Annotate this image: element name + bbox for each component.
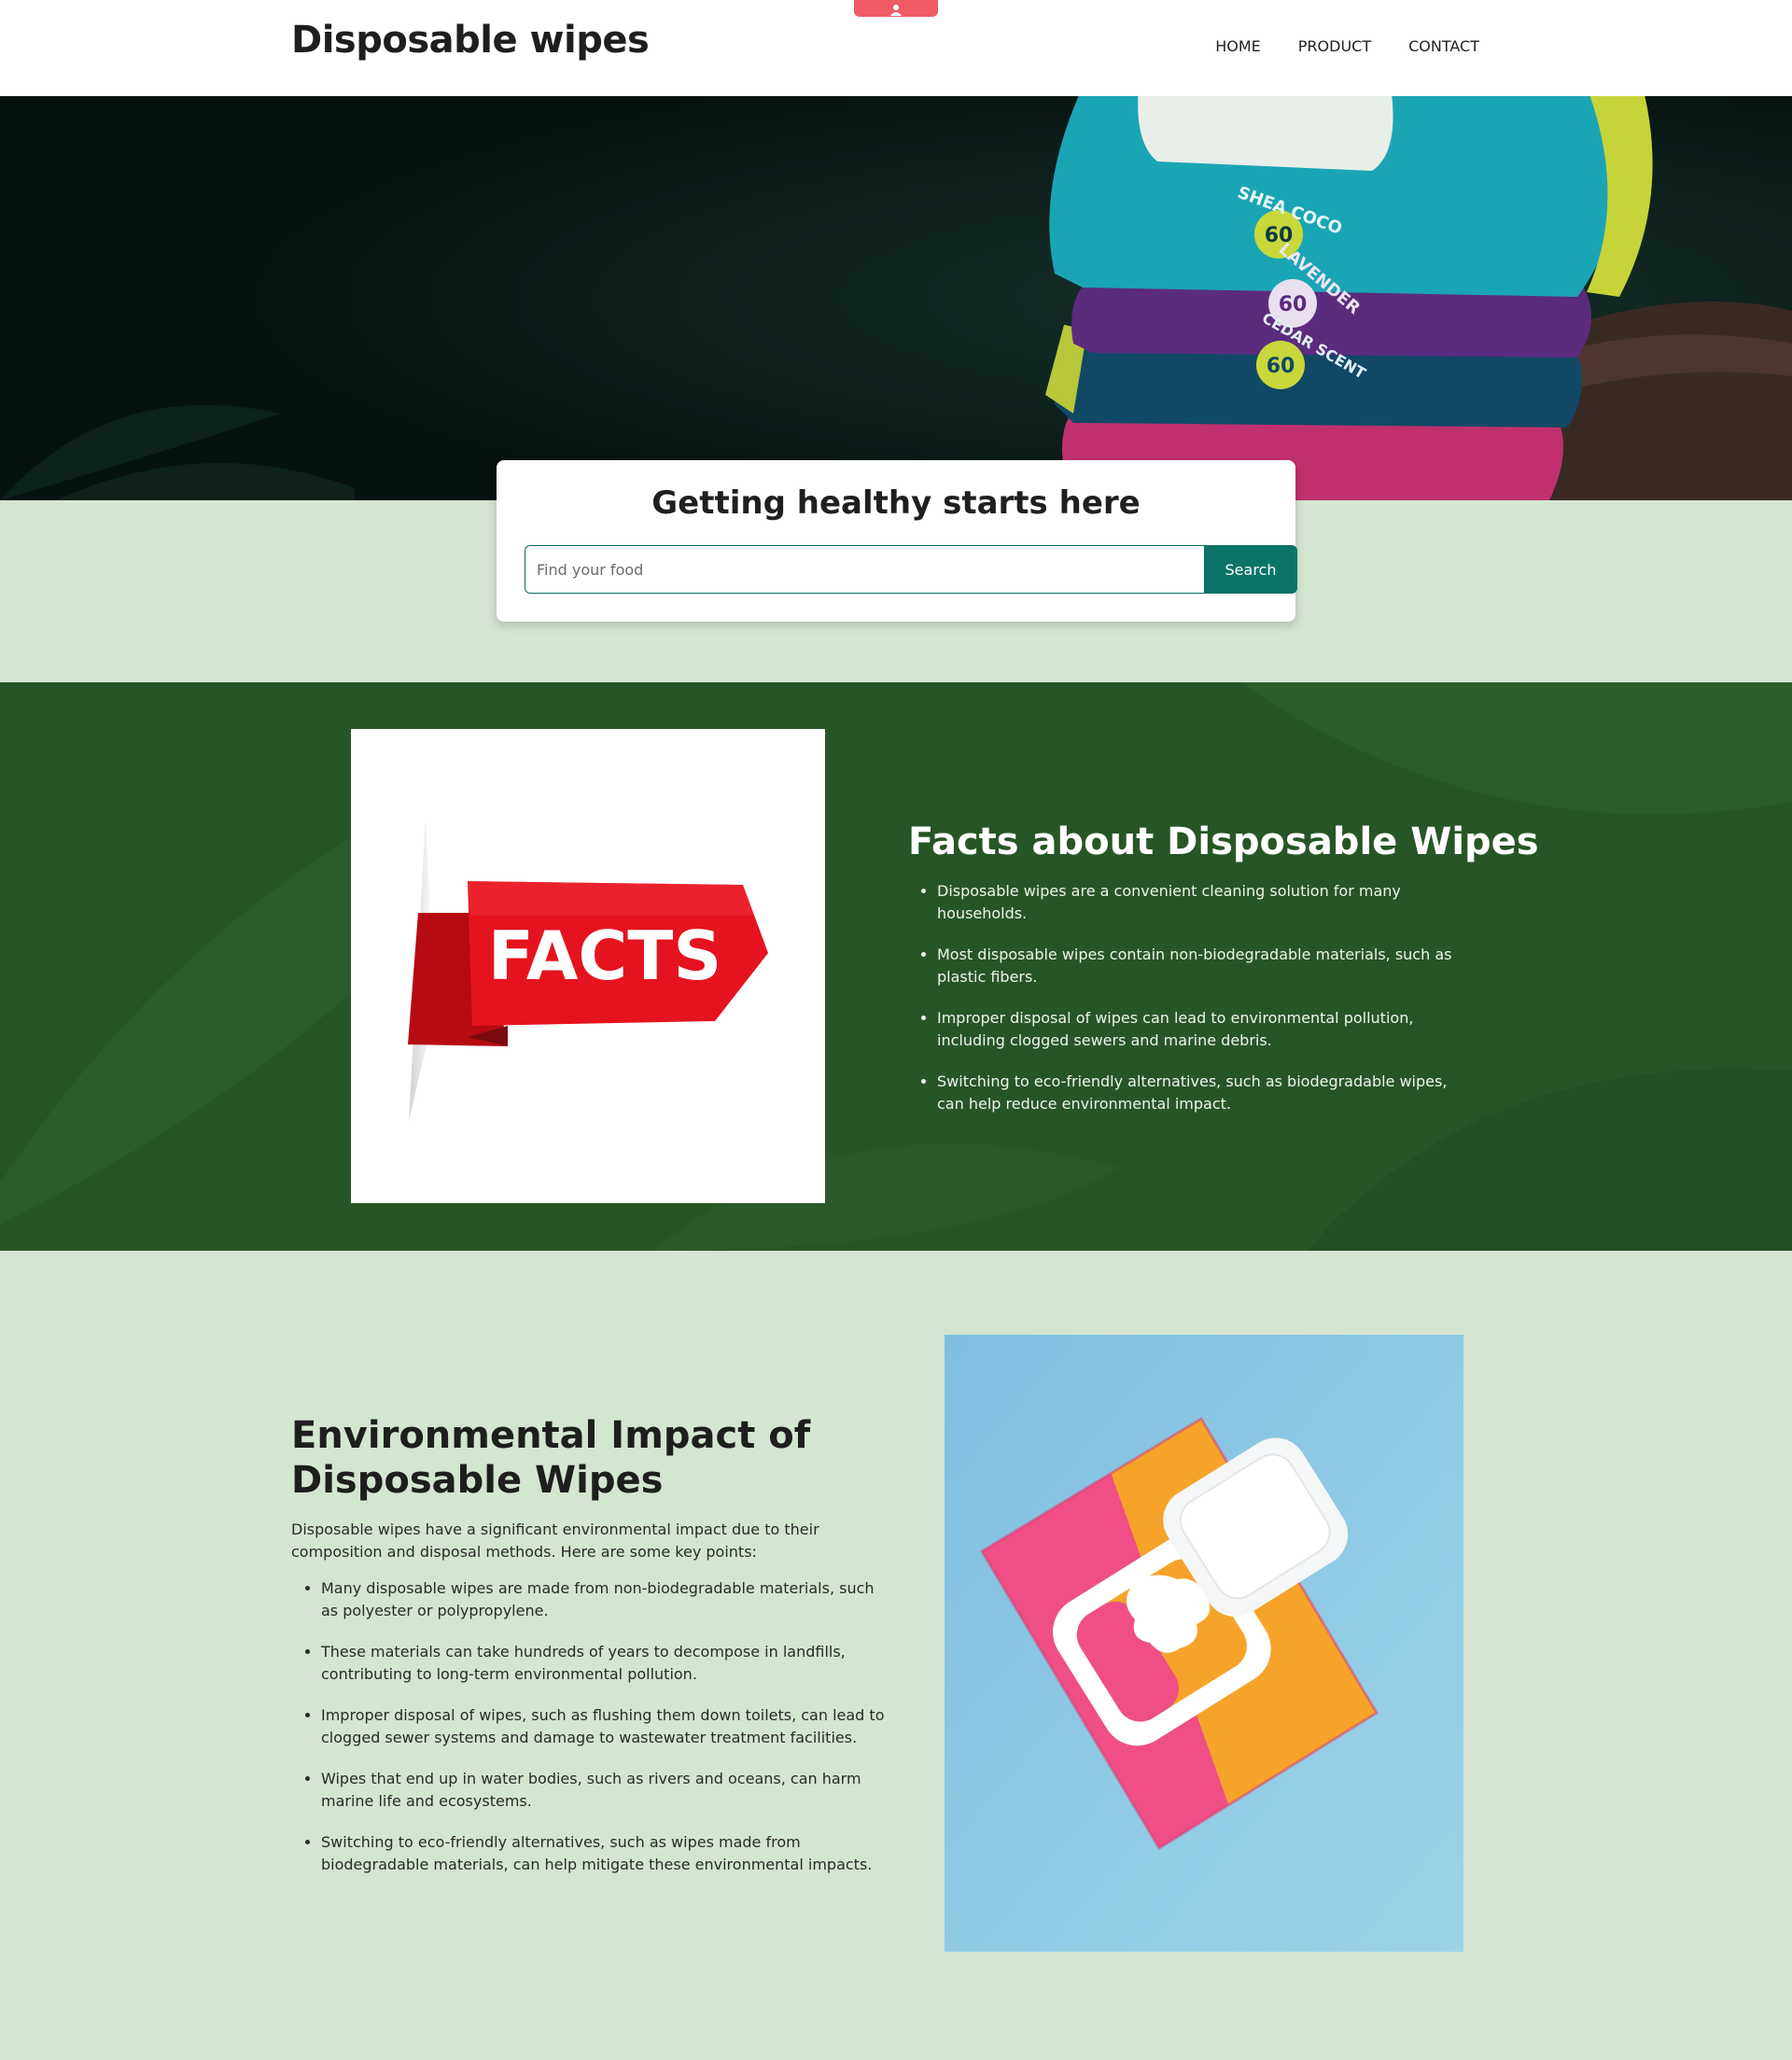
- nav-product[interactable]: PRODUCT: [1298, 37, 1371, 55]
- hero-banner: 60 60 60 SHEA COCO LAVENDER CEDAR SCENT: [0, 96, 1792, 500]
- hero-image: 60 60 60 SHEA COCO LAVENDER CEDAR SCENT: [0, 96, 1792, 500]
- nav-home[interactable]: HOME: [1215, 37, 1261, 55]
- facts-ribbon-label: FACTS: [488, 917, 721, 995]
- facts-background: [0, 682, 1792, 1251]
- main-nav: HOME PRODUCT CONTACT: [1215, 37, 1479, 55]
- list-item: Switching to eco-friendly alternatives, …: [937, 1071, 1477, 1115]
- list-item: Improper disposal of wipes, such as flus…: [321, 1704, 889, 1749]
- pack-shea-coco-lid: [1138, 96, 1393, 171]
- facts-list: Disposable wipes are a convenient cleani…: [908, 880, 1477, 1134]
- wipes-product-image: [945, 1335, 1463, 1952]
- nav-contact[interactable]: CONTACT: [1408, 37, 1479, 55]
- facts-image: FACTS: [351, 729, 825, 1203]
- pack-count: 60: [1279, 293, 1308, 316]
- wipes-pack-illustration: [945, 1335, 1463, 1952]
- list-item: Improper disposal of wipes can lead to e…: [937, 1007, 1477, 1052]
- person-icon: [890, 5, 902, 16]
- search-card: Getting healthy starts here Search: [497, 460, 1297, 622]
- facts-section: FACTS Facts about Disposable Wipes Dispo…: [0, 682, 1792, 1251]
- list-item: Many disposable wipes are made from non-…: [321, 1577, 889, 1622]
- brand-logo[interactable]: Disposable wipes: [291, 19, 650, 62]
- search-title: Getting healthy starts here: [651, 484, 1141, 522]
- environment-list: Many disposable wipes are made from non-…: [291, 1577, 889, 1895]
- facts-ribbon: FACTS: [408, 818, 768, 1121]
- environment-title: Environmental Impact of Disposable Wipes: [291, 1414, 811, 1502]
- list-item: Most disposable wipes contain non-biodeg…: [937, 944, 1477, 988]
- site-header: Disposable wipes HOME PRODUCT CONTACT: [0, 0, 1792, 96]
- list-item: Switching to eco-friendly alternatives, …: [321, 1831, 889, 1876]
- top-tab[interactable]: [854, 0, 938, 17]
- list-item: These materials can take hundreds of yea…: [321, 1641, 889, 1686]
- pack-count: 60: [1267, 355, 1295, 378]
- facts-title: Facts about Disposable Wipes: [908, 820, 1539, 863]
- list-item: Wipes that end up in water bodies, such …: [321, 1768, 889, 1813]
- ribbon-highlight: [468, 881, 754, 916]
- list-item: Disposable wipes are a convenient cleani…: [937, 880, 1477, 925]
- wipes-pack-stack: 60 60 60 SHEA COCO LAVENDER CEDAR SCENT: [1045, 96, 1653, 500]
- search-input[interactable]: [525, 545, 1204, 594]
- environment-intro: Disposable wipes have a significant envi…: [291, 1520, 819, 1561]
- search-button[interactable]: Search: [1204, 545, 1297, 594]
